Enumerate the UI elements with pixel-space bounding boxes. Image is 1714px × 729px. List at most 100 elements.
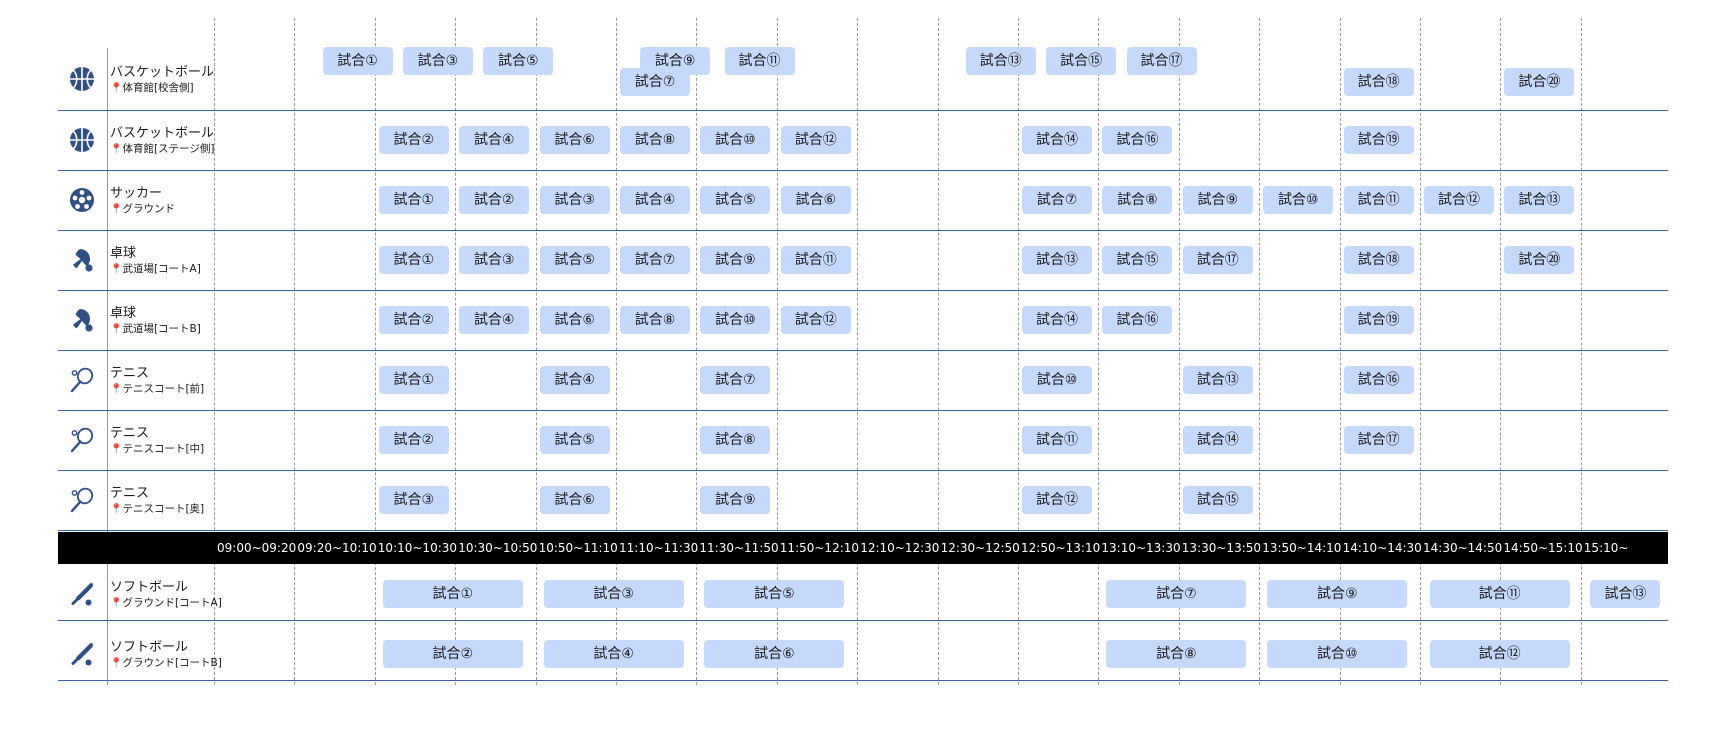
match-block[interactable]: 試合⑬ — [1590, 580, 1661, 608]
match-block[interactable]: 試合② — [378, 426, 449, 454]
match-block[interactable]: 試合⑪ — [1343, 186, 1414, 214]
venue-name: グラウンド — [122, 203, 175, 215]
match-block[interactable]: 試合① — [382, 580, 523, 608]
tennis-racket-icon — [68, 426, 96, 454]
match-block[interactable]: 試合⑧ — [620, 126, 691, 154]
match-block[interactable]: 試合⑮ — [1046, 47, 1117, 75]
match-block[interactable]: 試合⑤ — [539, 426, 610, 454]
match-block[interactable]: 試合② — [382, 640, 523, 668]
match-block[interactable]: 試合⑦ — [1022, 186, 1093, 214]
match-block[interactable]: 試合③ — [539, 186, 610, 214]
match-block[interactable]: 試合⑫ — [780, 306, 851, 334]
match-block[interactable]: 試合⑦ — [620, 246, 691, 274]
match-block[interactable]: 試合⑧ — [1102, 186, 1173, 214]
match-block[interactable]: 試合⑥ — [539, 126, 610, 154]
match-block[interactable]: 試合⑲ — [1343, 126, 1414, 154]
match-block[interactable]: 試合⑪ — [1429, 580, 1570, 608]
match-block[interactable]: 試合⑦ — [620, 68, 691, 96]
match-block[interactable]: 試合⑪ — [724, 47, 795, 75]
venue-name: 体育館[校舎側] — [122, 82, 194, 94]
tennis-racket-icon — [68, 486, 96, 514]
match-block[interactable]: 試合⑧ — [700, 426, 771, 454]
match-block[interactable]: 試合⑰ — [1126, 47, 1197, 75]
match-block[interactable]: 試合⑥ — [539, 486, 610, 514]
match-block[interactable]: 試合① — [378, 186, 449, 214]
match-block[interactable]: 試合⑫ — [1022, 486, 1093, 514]
match-block[interactable]: 試合⑲ — [1343, 306, 1414, 334]
match-block[interactable]: 試合⑮ — [1182, 486, 1253, 514]
time-slot-label: 15:10~ — [1583, 541, 1629, 555]
match-block[interactable]: 試合⑫ — [1424, 186, 1495, 214]
match-block[interactable]: 試合⑳ — [1504, 68, 1575, 96]
match-block[interactable]: 試合⑰ — [1182, 246, 1253, 274]
match-block[interactable]: 試合⑩ — [700, 126, 771, 154]
row-divider — [58, 110, 1668, 111]
match-block[interactable]: 試合③ — [543, 580, 684, 608]
match-block[interactable]: 試合⑨ — [700, 246, 771, 274]
match-block[interactable]: 試合⑭ — [1022, 306, 1093, 334]
match-block[interactable]: 試合⑥ — [539, 306, 610, 334]
slot-divider — [1259, 18, 1261, 685]
location-pin-icon: 📍 — [110, 444, 123, 455]
match-block[interactable]: 試合⑤ — [539, 246, 610, 274]
match-block[interactable]: 試合⑩ — [1267, 640, 1408, 668]
match-block[interactable]: 試合③ — [402, 47, 473, 75]
row-divider — [58, 350, 1668, 351]
match-block[interactable]: 試合① — [378, 246, 449, 274]
match-block[interactable]: 試合⑩ — [700, 306, 771, 334]
match-block[interactable]: 試合⑨ — [1267, 580, 1408, 608]
match-block[interactable]: 試合⑤ — [700, 186, 771, 214]
schedule-grid: バスケットボール 📍体育館[校舎側] 試合① 試合③ 試合⑤ 試合⑨ 試合⑦ 試合⑪ 試合⑬ 試合… — [0, 0, 1714, 729]
match-block[interactable]: 試合③ — [459, 246, 530, 274]
match-block[interactable]: 試合⑬ — [965, 47, 1036, 75]
match-block[interactable]: 試合⑮ — [1102, 246, 1173, 274]
match-block[interactable]: 試合④ — [539, 366, 610, 394]
match-block[interactable]: 試合⑨ — [700, 486, 771, 514]
match-block[interactable]: 試合④ — [459, 126, 530, 154]
match-block[interactable]: 試合② — [459, 186, 530, 214]
match-block[interactable]: 試合⑭ — [1022, 126, 1093, 154]
match-block[interactable]: 試合⑯ — [1102, 126, 1173, 154]
match-block[interactable]: 試合⑳ — [1504, 246, 1575, 274]
match-block[interactable]: 試合⑤ — [483, 47, 554, 75]
match-block[interactable]: 試合③ — [378, 486, 449, 514]
row-divider — [58, 170, 1668, 171]
match-block[interactable]: 試合⑪ — [780, 246, 851, 274]
match-block[interactable]: 試合⑱ — [1343, 246, 1414, 274]
match-block[interactable]: 試合⑨ — [1182, 186, 1253, 214]
match-block[interactable]: 試合① — [322, 47, 393, 75]
match-block[interactable]: 試合④ — [459, 306, 530, 334]
match-block[interactable]: 試合④ — [620, 186, 691, 214]
location-pin-icon: 📍 — [110, 83, 123, 94]
match-block[interactable]: 試合⑭ — [1182, 426, 1253, 454]
match-block[interactable]: 試合⑬ — [1504, 186, 1575, 214]
venue-label: 📍グラウンド — [110, 201, 175, 216]
match-block[interactable]: 試合⑦ — [700, 366, 771, 394]
match-block[interactable]: 試合⑩ — [1022, 366, 1093, 394]
match-block[interactable]: 試合⑤ — [704, 580, 845, 608]
match-block[interactable]: 試合⑥ — [780, 186, 851, 214]
venue-name: グラウンド[コートA] — [122, 597, 222, 609]
match-block[interactable]: 試合⑩ — [1263, 186, 1334, 214]
match-block[interactable]: 試合⑫ — [1429, 640, 1570, 668]
match-block[interactable]: 試合② — [378, 126, 449, 154]
match-block[interactable]: 試合⑫ — [780, 126, 851, 154]
match-block[interactable]: 試合⑧ — [620, 306, 691, 334]
match-block[interactable]: 試合⑦ — [1106, 580, 1247, 608]
match-block[interactable]: 試合⑱ — [1343, 68, 1414, 96]
sport-name: テニス — [110, 366, 150, 381]
match-block[interactable]: 試合⑰ — [1343, 426, 1414, 454]
match-block[interactable]: 試合⑯ — [1102, 306, 1173, 334]
match-block[interactable]: 試合① — [378, 366, 449, 394]
match-block[interactable]: 試合② — [378, 306, 449, 334]
match-block[interactable]: 試合⑬ — [1022, 246, 1093, 274]
match-block[interactable]: 試合⑬ — [1182, 366, 1253, 394]
match-block[interactable]: 試合④ — [543, 640, 684, 668]
match-block[interactable]: 試合⑯ — [1343, 366, 1414, 394]
venue-name: テニスコート[中] — [122, 443, 205, 455]
ping-pong-icon — [68, 306, 96, 334]
match-block[interactable]: 試合⑧ — [1106, 640, 1247, 668]
soccer-ball-icon — [68, 186, 96, 214]
match-block[interactable]: 試合⑪ — [1022, 426, 1093, 454]
match-block[interactable]: 試合⑥ — [704, 640, 845, 668]
